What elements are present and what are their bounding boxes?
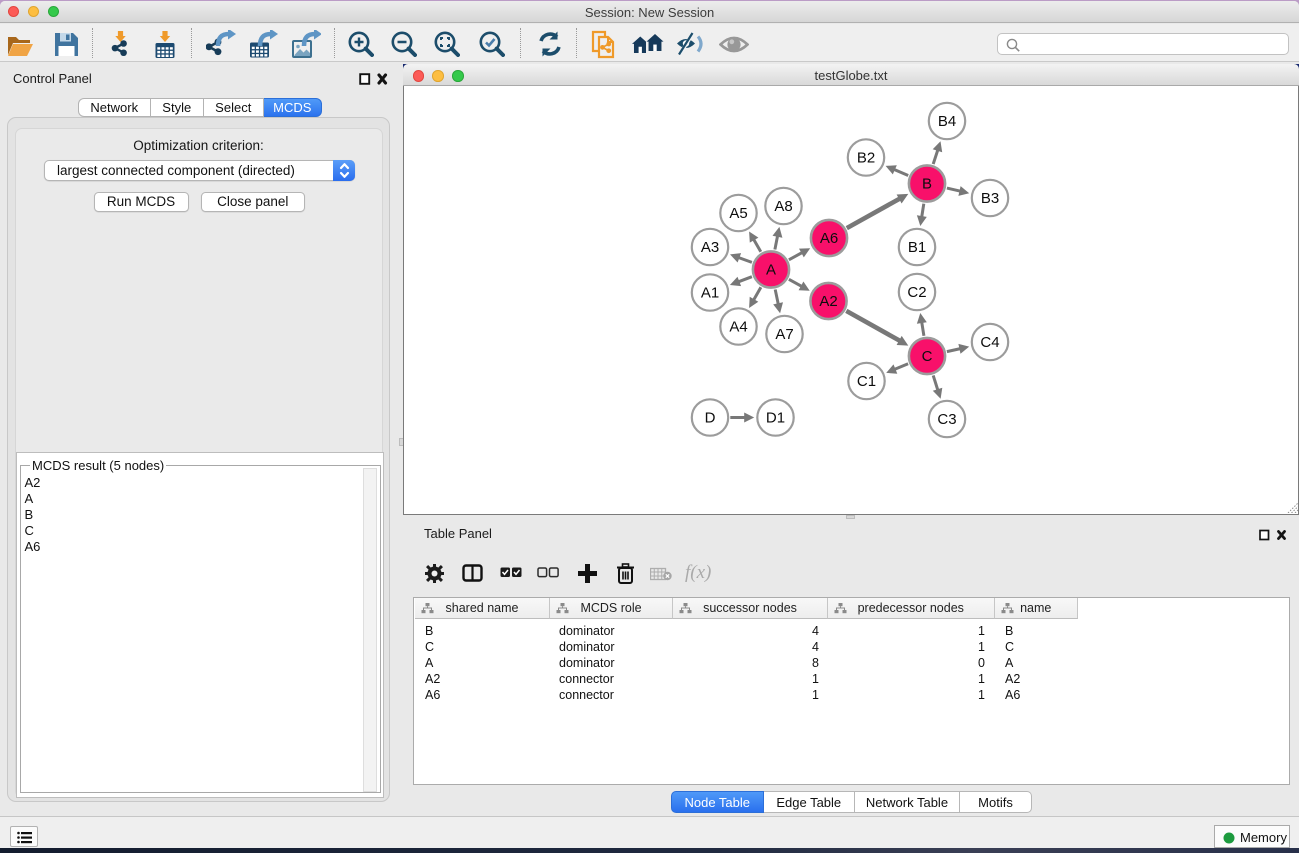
svg-text:C: C [922,348,933,365]
svg-text:A1: A1 [701,285,719,302]
svg-text:C3: C3 [937,411,956,428]
svg-text:A: A [766,262,776,279]
svg-text:A7: A7 [775,326,793,343]
svg-text:A8: A8 [774,198,792,215]
svg-text:B3: B3 [981,190,999,207]
svg-text:C2: C2 [907,284,926,301]
svg-text:B: B [922,176,932,193]
svg-text:B1: B1 [908,239,926,256]
svg-text:A2: A2 [819,293,837,310]
svg-text:A5: A5 [729,205,747,222]
svg-text:A4: A4 [729,319,747,336]
svg-text:B2: B2 [857,150,875,167]
svg-text:A6: A6 [820,230,838,247]
svg-text:D1: D1 [766,410,785,427]
svg-text:A3: A3 [701,239,719,256]
svg-text:D: D [705,410,716,427]
svg-text:C4: C4 [980,334,999,351]
svg-text:B4: B4 [938,113,956,130]
svg-text:C1: C1 [857,373,876,390]
